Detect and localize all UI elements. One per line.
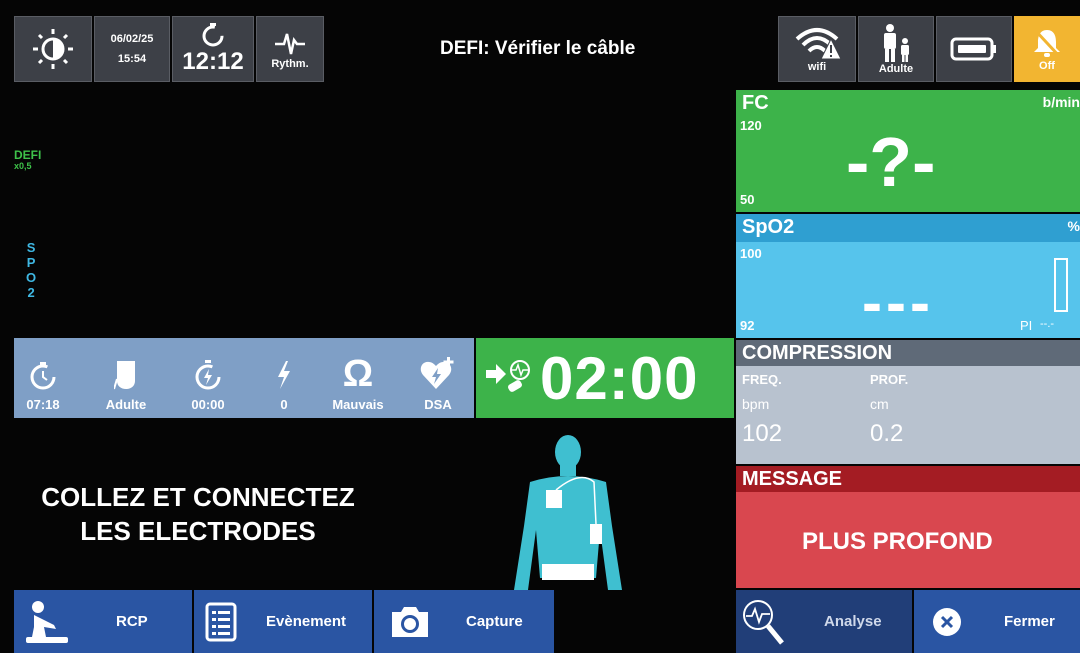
shock-timer-value: 00:00 <box>191 397 225 412</box>
electrode-placement-figure <box>514 435 622 590</box>
alarm-label: Off <box>1039 60 1055 72</box>
shock-count-value: 0 <box>280 397 288 412</box>
spo2-panel[interactable]: SpO2 % 100 92 --- PI --.- <box>736 214 1080 338</box>
timer-text: 12:12 <box>182 48 244 75</box>
event-list-icon <box>205 602 237 641</box>
patient-type-label: Adulte <box>878 63 914 75</box>
status-strip: 07:18 Adulte 00:00 0 Ω Mauvais DSA <box>14 338 474 418</box>
spo2-pi-label: PI <box>1020 318 1033 333</box>
shock-timer-stat: 00:00 <box>178 338 238 418</box>
elapsed-value: 07:18 <box>26 397 60 412</box>
spo2-lead-label: S P O 2 <box>26 240 36 300</box>
defi-label: DEFI <box>14 148 42 162</box>
patient-stat: Adulte <box>94 338 158 418</box>
countdown-value: 02:00 <box>540 344 699 412</box>
rhythm-label: Rythm. <box>271 58 309 70</box>
defi-scale: x0,5 <box>14 161 32 171</box>
fc-value: -?- <box>846 123 936 201</box>
message-panel: MESSAGE PLUS PROFOND <box>736 466 1080 588</box>
stopwatch-icon <box>30 362 56 390</box>
spo2-letter: 2 <box>27 285 35 300</box>
spo2-letter: O <box>26 270 37 285</box>
instruction-line-2: LES ELECTRODES <box>80 516 316 546</box>
cpr-countdown[interactable]: 02:00 <box>476 338 734 418</box>
battery-icon <box>950 37 996 61</box>
patient-value: Adulte <box>105 397 147 412</box>
analyse-magnifier-icon <box>743 599 784 645</box>
spo2-upper-limit: 100 <box>740 246 762 261</box>
depth-unit: cm <box>870 396 889 412</box>
analyse-button[interactable]: Analyse <box>736 590 912 653</box>
ecg-icon <box>275 33 305 55</box>
compression-panel[interactable]: COMPRESSION FREQ. bpm 102 PROF. cm 0.2 <box>736 340 1080 464</box>
shock-timer-icon <box>195 360 221 390</box>
event-label: Evènement <box>266 613 347 630</box>
cpr-cycle-icon <box>486 360 530 392</box>
lightning-icon <box>278 361 290 389</box>
rcp-label: RCP <box>116 613 148 630</box>
spo2-signal-bar <box>1054 258 1068 312</box>
event-button[interactable]: Evènement <box>194 590 372 653</box>
close-button[interactable]: Fermer <box>914 590 1080 653</box>
capture-label: Capture <box>466 613 523 630</box>
stopwatch-icon <box>202 23 224 47</box>
brightness-button[interactable] <box>14 16 92 82</box>
depth-label: PROF. <box>870 372 909 387</box>
mode-value: DSA <box>424 397 452 412</box>
fc-upper-limit: 120 <box>740 118 762 133</box>
impedance-value: Mauvais <box>332 397 384 412</box>
spo2-unit: % <box>1067 218 1080 234</box>
mode-stat: DSA <box>412 338 464 418</box>
brightness-icon <box>33 29 73 69</box>
date-text: 06/02/25 <box>110 33 154 45</box>
fc-lower-limit: 50 <box>740 192 755 207</box>
instruction-line-1: COLLEZ ET CONNECTEZ <box>41 482 355 512</box>
fc-title: FC <box>742 92 769 114</box>
compression-title: COMPRESSION <box>742 342 893 364</box>
impedance-stat: Ω Mauvais <box>320 338 396 418</box>
cpr-person-icon <box>26 600 68 643</box>
elapsed-stat: 07:18 <box>14 338 72 418</box>
message-title: MESSAGE <box>742 468 843 490</box>
datetime-display: 06/02/25 15:54 <box>94 16 170 82</box>
fc-panel[interactable]: FC b/min 120 50 -?- <box>736 90 1080 212</box>
analyse-label: Analyse <box>824 613 882 630</box>
heart-shock-icon <box>420 357 454 389</box>
depth-value: 0.2 <box>870 420 904 447</box>
bell-off-icon <box>1032 27 1062 59</box>
close-icon <box>933 607 961 636</box>
instruction-text: COLLEZ ET CONNECTEZ LES ELECTRODES <box>18 480 378 548</box>
freq-value: 102 <box>742 420 783 447</box>
wifi-button[interactable]: wifi <box>778 16 856 82</box>
message-text: PLUS PROFOND <box>802 528 993 555</box>
shock-count-stat: 0 <box>264 338 304 418</box>
battery-indicator <box>936 16 1012 82</box>
spo2-letter: P <box>26 255 36 270</box>
adult-child-icon <box>884 24 909 62</box>
wifi-label: wifi <box>807 61 827 73</box>
camera-icon <box>392 606 428 637</box>
close-label: Fermer <box>1004 613 1055 630</box>
rcp-button[interactable]: RCP <box>14 590 192 653</box>
spo2-title: SpO2 <box>742 216 795 238</box>
timer-button[interactable]: 12:12 <box>172 16 254 82</box>
spo2-value: --- <box>862 269 934 336</box>
capture-button[interactable]: Capture <box>374 590 554 653</box>
rhythm-button[interactable]: Rythm. <box>256 16 324 82</box>
freq-unit: bpm <box>742 396 770 412</box>
wifi-warning-icon <box>795 28 842 60</box>
spo2-letter: S <box>26 240 36 255</box>
ohm-icon: Ω <box>342 353 374 395</box>
electrode-pad-icon <box>114 361 135 390</box>
freq-label: FREQ. <box>742 372 782 387</box>
spo2-pi-value: --.- <box>1040 318 1055 330</box>
defi-lead-label: DEFI x0,5 <box>14 148 42 172</box>
time-text: 15:54 <box>117 53 147 65</box>
alert-message: DEFI: Vérifier le câble <box>440 38 636 59</box>
alarm-button[interactable]: Off <box>1014 16 1080 82</box>
fc-unit: b/min <box>1042 94 1080 110</box>
patient-type-button[interactable]: Adulte <box>858 16 934 82</box>
spo2-lower-limit: 92 <box>740 318 755 333</box>
